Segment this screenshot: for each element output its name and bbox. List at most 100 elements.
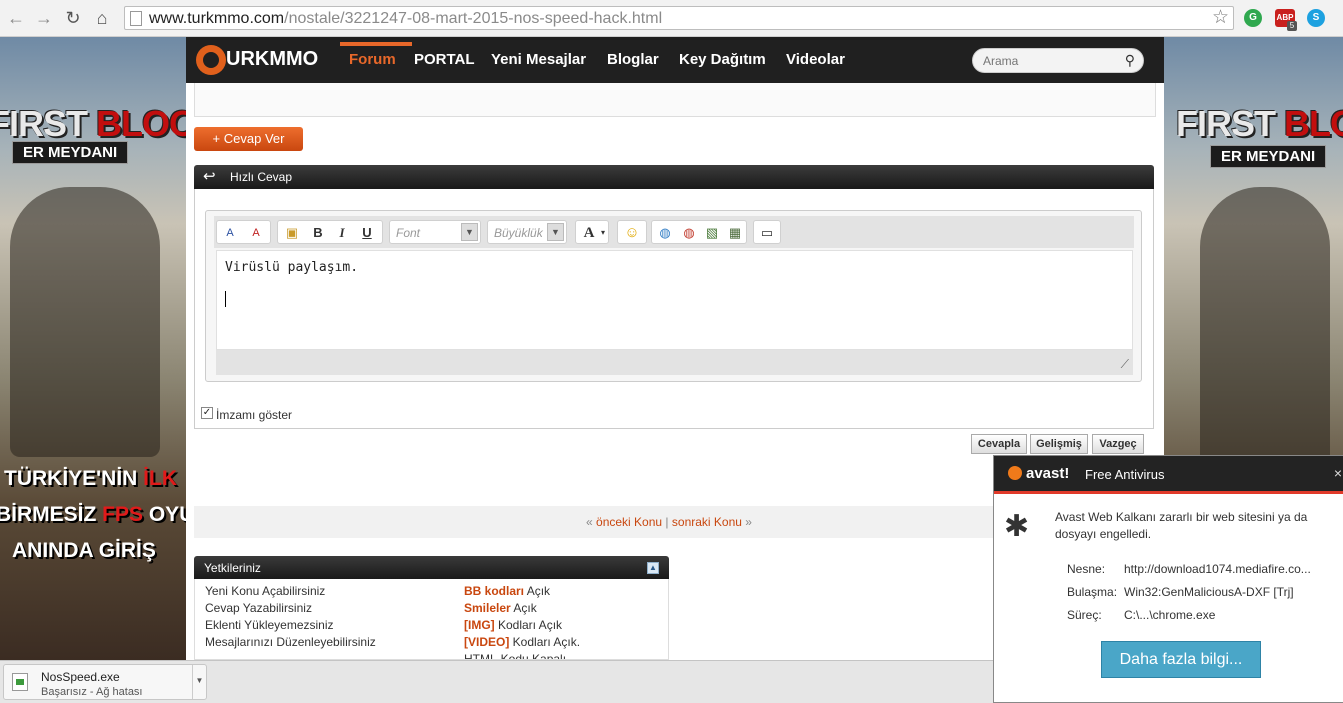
nav-separator: | [665, 515, 669, 529]
ad-subtitle: ER MEYDANI [1210, 145, 1327, 168]
nav-quote-open: « [586, 515, 593, 529]
more-info-button[interactable]: Daha fazla bilgi... [1101, 641, 1261, 678]
ad-promo-line: TÜRKİYE'NİN İLK [4, 467, 177, 490]
ad-title: FIRST BLOOD [1176, 103, 1343, 144]
advanced-editor-button[interactable]: Gelişmiş [1030, 434, 1088, 454]
forward-icon[interactable]: → [34, 8, 54, 28]
editor-resize-bar: ⟋ [216, 350, 1133, 375]
cancel-button[interactable]: Vazgeç [1092, 434, 1144, 454]
bug-icon: ✱ [1004, 510, 1030, 543]
ad-title: FIRST BLOOD [0, 103, 186, 144]
permission-item: Cevap Yazabilirsiniz [205, 601, 312, 615]
resize-grip-icon[interactable]: ⟋ [1121, 357, 1129, 372]
size-select[interactable]: Büyüklük ▼ [487, 220, 567, 244]
permission-item: Yeni Konu Açabilirsiniz [205, 584, 326, 598]
grammarly-extension-icon[interactable]: G [1244, 9, 1262, 27]
toolbar-group: A A [216, 220, 271, 244]
close-icon[interactable]: × [1334, 465, 1342, 481]
home-icon[interactable]: ⌂ [92, 8, 112, 28]
nav-quote-close: » [745, 515, 752, 529]
ad-subtitle: ER MEYDANI [12, 141, 129, 164]
back-icon[interactable]: ← [6, 8, 26, 28]
avast-logo: avast! [1008, 465, 1069, 482]
ad-promo-line: ANINDA GİRİŞ [12, 539, 156, 562]
field-value: C:\...\chrome.exe [1124, 608, 1216, 622]
nav-blogs[interactable]: Bloglar [607, 51, 659, 68]
nav-new-messages[interactable]: Yeni Mesajlar [491, 51, 586, 68]
search-input[interactable] [983, 52, 1119, 69]
remove-format-icon[interactable]: A [247, 224, 265, 242]
nav-active-indicator [340, 42, 412, 46]
nav-forum[interactable]: Forum [349, 51, 396, 68]
download-status: Başarısız - Ağ hatası [41, 686, 143, 698]
field-label: Bulaşma: [1067, 585, 1118, 599]
permission-item: Mesajlarınızı Düzenleyebilirsiniz [205, 635, 376, 649]
chevron-down-icon: ▼ [547, 223, 564, 241]
search-icon[interactable]: ⚲ [1125, 52, 1135, 69]
toolbar-group: ◍ ◍ ▧ ▦ [651, 220, 747, 244]
paste-icon[interactable]: ▣ [283, 224, 301, 242]
permissions-panel: Yeni Konu Açabilirsiniz Cevap Yazabilirs… [194, 579, 669, 660]
signature-checkbox[interactable]: ✓ [201, 407, 213, 419]
text-cursor [225, 291, 226, 307]
previous-post-box [194, 83, 1156, 117]
avast-product-name: Free Antivirus [1085, 467, 1165, 482]
field-label: Nesne: [1067, 562, 1106, 576]
remove-link-icon[interactable]: ◍ [680, 224, 698, 242]
next-thread-link[interactable]: sonraki Konu [672, 515, 742, 529]
avast-notification: avast! Free Antivirus × ✱ Avast Web Kalk… [993, 455, 1343, 703]
insert-image-icon[interactable]: ▧ [703, 224, 721, 242]
chevron-down-icon: ▼ [461, 223, 478, 241]
permission-item: Eklenti Yükleyemezsiniz [205, 618, 334, 632]
permission-setting: Smileler Açık [464, 601, 537, 615]
video-code-link[interactable]: [VIDEO] [464, 635, 509, 649]
file-icon [12, 673, 28, 691]
download-shelf: NosSpeed.exe Başarısız - Ağ hatası ▼ [0, 660, 993, 703]
search-box[interactable]: ⚲ [972, 48, 1144, 73]
smiley-icon[interactable]: ☺ [623, 224, 641, 242]
chevron-down-icon[interactable]: ▾ [594, 224, 612, 242]
chevron-down-icon[interactable]: ▼ [192, 665, 206, 699]
previous-thread-link[interactable]: önceki Konu [596, 515, 662, 529]
quick-reply-header: ↩ Hızlı Cevap [194, 165, 1154, 189]
insert-link-icon[interactable]: ◍ [656, 224, 674, 242]
permissions-title: Yetkileriniz [204, 561, 261, 575]
quote-icon[interactable]: ▭ [758, 224, 776, 242]
signature-label: İmzamı göster [216, 408, 293, 422]
soldier-image [10, 187, 160, 457]
nav-key-distribution[interactable]: Key Dağıtım [679, 51, 766, 68]
submit-reply-button[interactable]: Cevapla [971, 434, 1027, 454]
nav-videos[interactable]: Videolar [786, 51, 845, 68]
reply-button[interactable]: + Cevap Ver [194, 127, 303, 151]
img-code-link[interactable]: [IMG] [464, 618, 495, 632]
site-header: URKMMO Forum PORTAL Yeni Mesajlar Blogla… [186, 37, 1164, 83]
toolbar-group: ▭ [753, 220, 781, 244]
nav-portal[interactable]: PORTAL [414, 51, 475, 68]
left-ad-banner[interactable]: FIRST BLOOD ER MEYDANI TÜRKİYE'NİN İLK B… [0, 37, 186, 660]
collapse-icon[interactable]: ▲ [647, 562, 659, 574]
bbcode-link[interactable]: BB kodları [464, 584, 524, 598]
editor-toolbar: A A ▣ B I U Font ▼ Büyüklük ▼ A ▾ ☺ ◍ ◍ … [214, 216, 1134, 248]
italic-icon[interactable]: I [333, 224, 351, 242]
address-bar[interactable]: www.turkmmo.com/nostale/3221247-08-mart-… [124, 6, 1234, 30]
field-label: Süreç: [1067, 608, 1102, 622]
avast-message: Avast Web Kalkanı zararlı bir web sitesi… [1055, 510, 1308, 541]
field-value: Win32:GenMaliciousA-DXF [Trj] [1124, 585, 1294, 599]
font-select[interactable]: Font ▼ [389, 220, 481, 244]
page-icon [130, 11, 142, 26]
underline-icon[interactable]: U [358, 224, 376, 242]
reload-icon[interactable]: ↻ [63, 8, 83, 28]
insert-video-icon[interactable]: ▦ [726, 224, 744, 242]
toolbar-group: ☺ [617, 220, 647, 244]
toolbar-group: ▣ B I U [277, 220, 383, 244]
skype-extension-icon[interactable]: S [1307, 9, 1325, 27]
bookmark-star-icon[interactable]: ☆ [1212, 7, 1229, 29]
format-text-icon[interactable]: A [221, 224, 239, 242]
permission-setting: [IMG] Kodları Açık [464, 618, 563, 632]
bold-icon[interactable]: B [309, 224, 327, 242]
quick-reply-title: Hızlı Cevap [230, 170, 293, 184]
smilies-link[interactable]: Smileler [464, 601, 511, 615]
permission-setting: BB kodları Açık [464, 584, 551, 598]
download-item[interactable]: NosSpeed.exe Başarısız - Ağ hatası ▼ [3, 664, 207, 700]
message-editor[interactable]: Virüslü paylaşım. [216, 250, 1133, 350]
